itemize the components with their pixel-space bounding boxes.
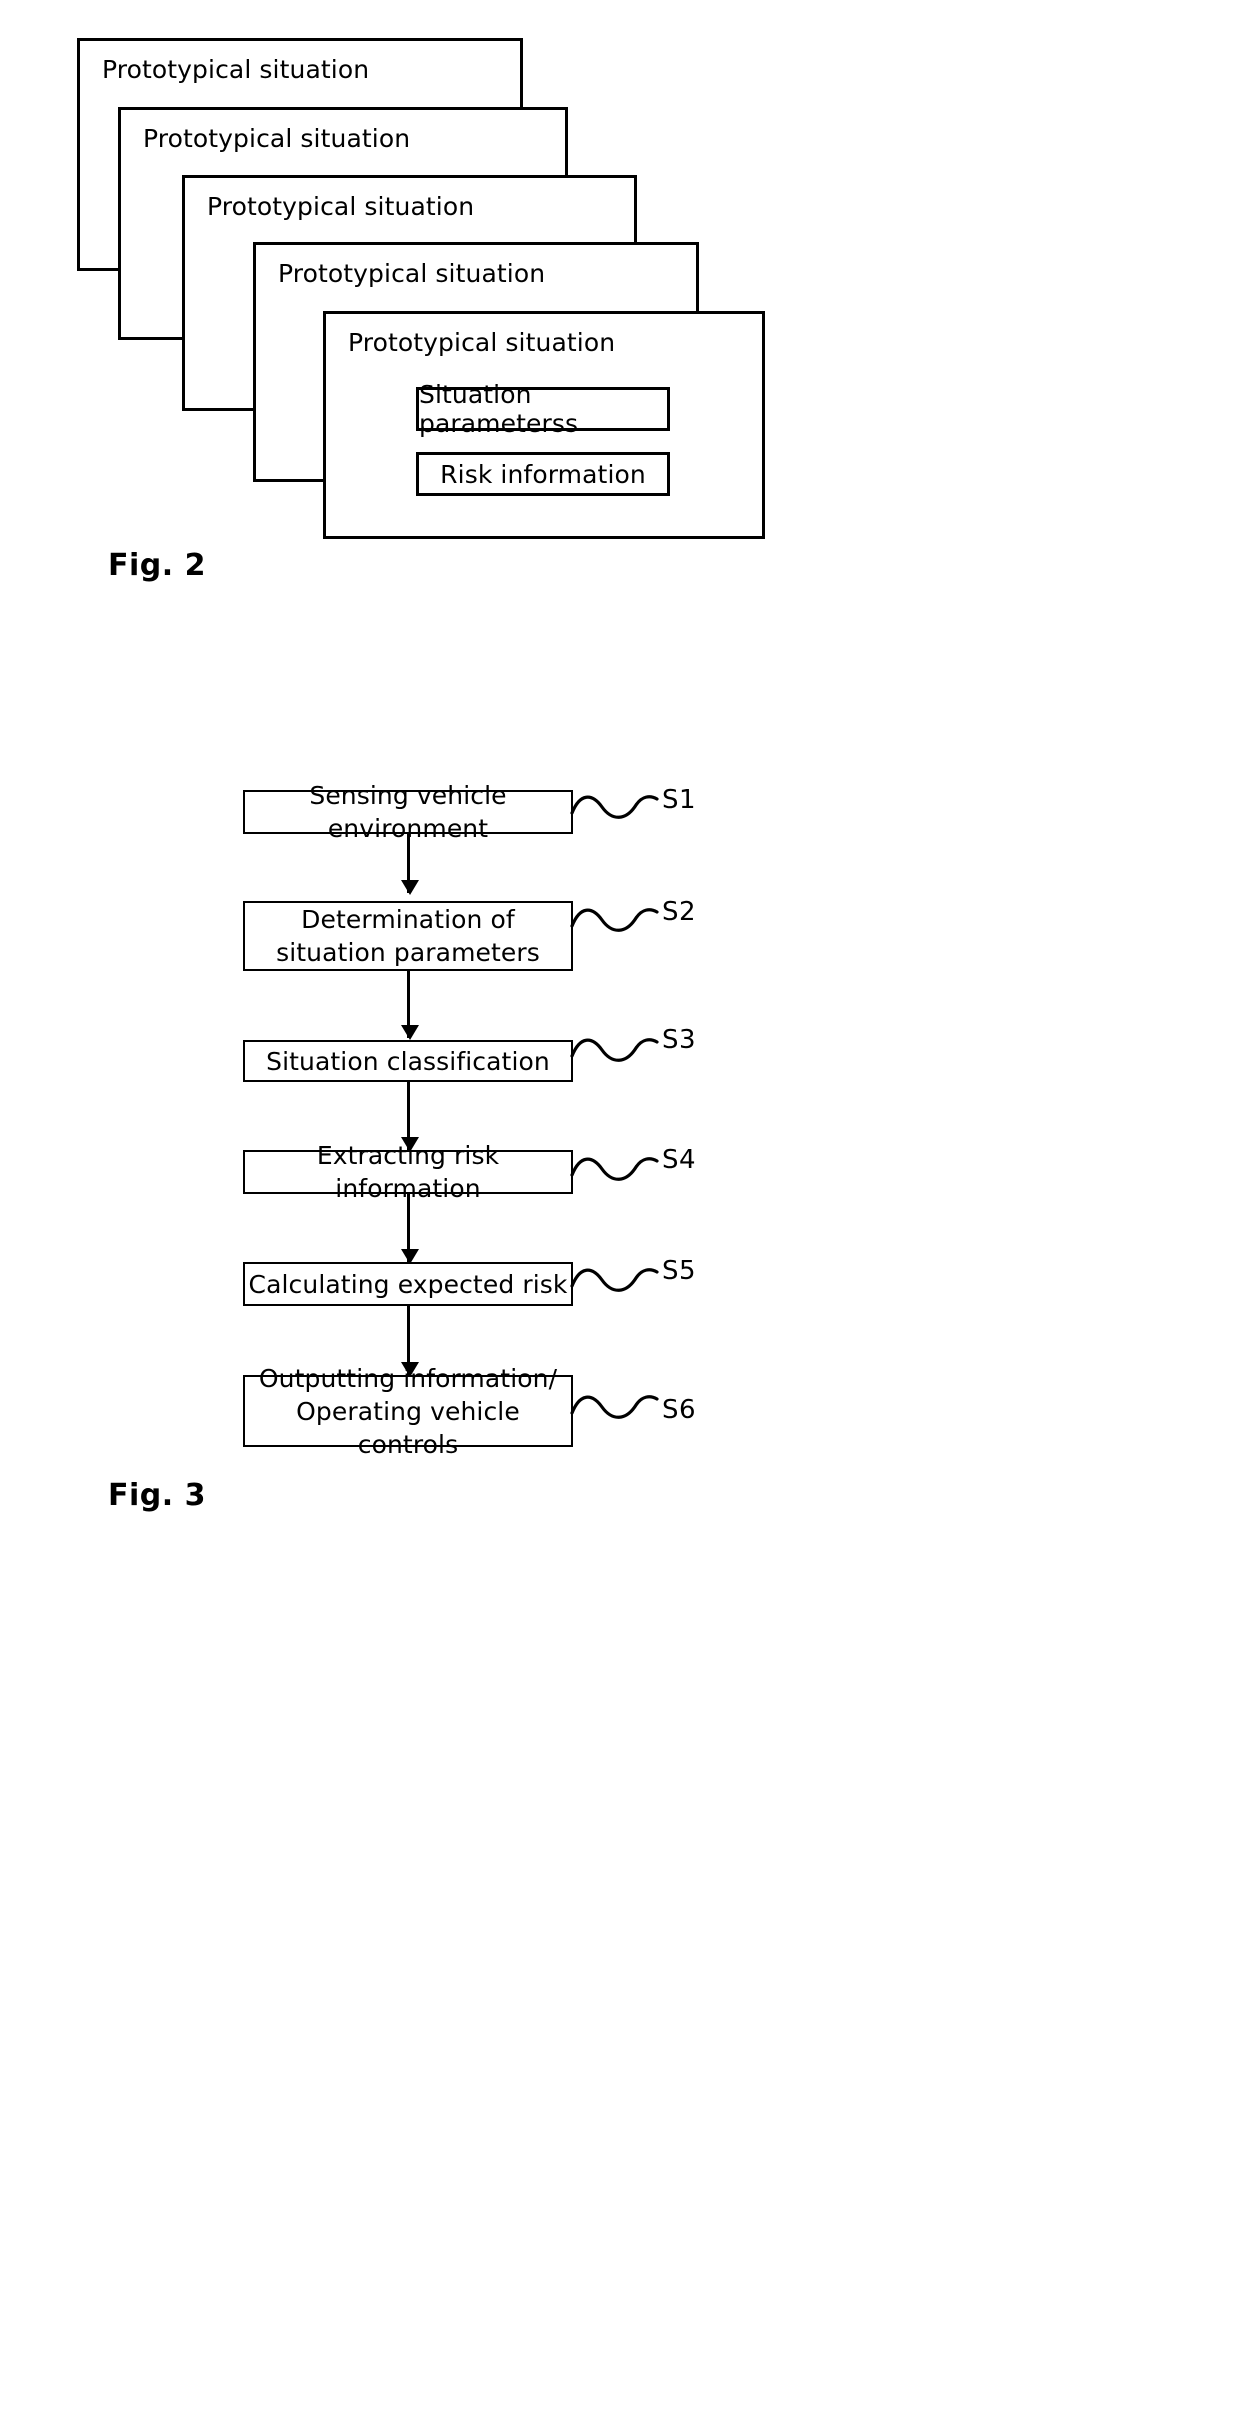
- flow-step-box-1: Sensing vehicle environment: [243, 781, 573, 843]
- flow-step-label-3: Situation classification: [266, 1046, 550, 1076]
- leader-line-s2: [570, 908, 659, 932]
- flow-step-label-2: Determination of situation parameters: [276, 905, 540, 967]
- leader-line-s5: [570, 1268, 659, 1292]
- step-tag-1: S1: [662, 785, 697, 815]
- figure-3-caption: Fig. 3: [108, 1478, 206, 1513]
- step-tag-5: S5: [662, 1256, 697, 1286]
- flow-step-box-3: Situation classification: [243, 1040, 573, 1082]
- step-tag-6: S6: [662, 1395, 697, 1425]
- flow-step-box-6: Outputting information/ Operating vehicl…: [243, 1364, 573, 1459]
- flow-step-box-2: Determination of situation parameters: [243, 901, 573, 971]
- flow-step-box-5: Calculating expected risk: [243, 1262, 573, 1306]
- leader-line-s6: [570, 1395, 659, 1419]
- step-tag-4: S4: [662, 1145, 697, 1175]
- leader-line-s4: [570, 1157, 659, 1181]
- step-tag-2: S2: [662, 897, 697, 927]
- flow-arrow-4-5: [401, 1194, 419, 1264]
- flow-arrow-1-2: [401, 834, 419, 895]
- step-tag-3: S3: [662, 1025, 697, 1055]
- figure-3: Sensing vehicle environment Determinatio…: [0, 0, 1240, 2411]
- flow-arrow-2-3: [401, 971, 419, 1040]
- leader-line-s3: [570, 1038, 659, 1062]
- flow-step-label-6: Outputting information/ Operating vehicl…: [258, 1363, 558, 1459]
- leader-line-s1: [570, 795, 659, 819]
- flow-step-label-5: Calculating expected risk: [248, 1269, 568, 1299]
- flow-step-box-4: Extracting risk information: [243, 1141, 573, 1203]
